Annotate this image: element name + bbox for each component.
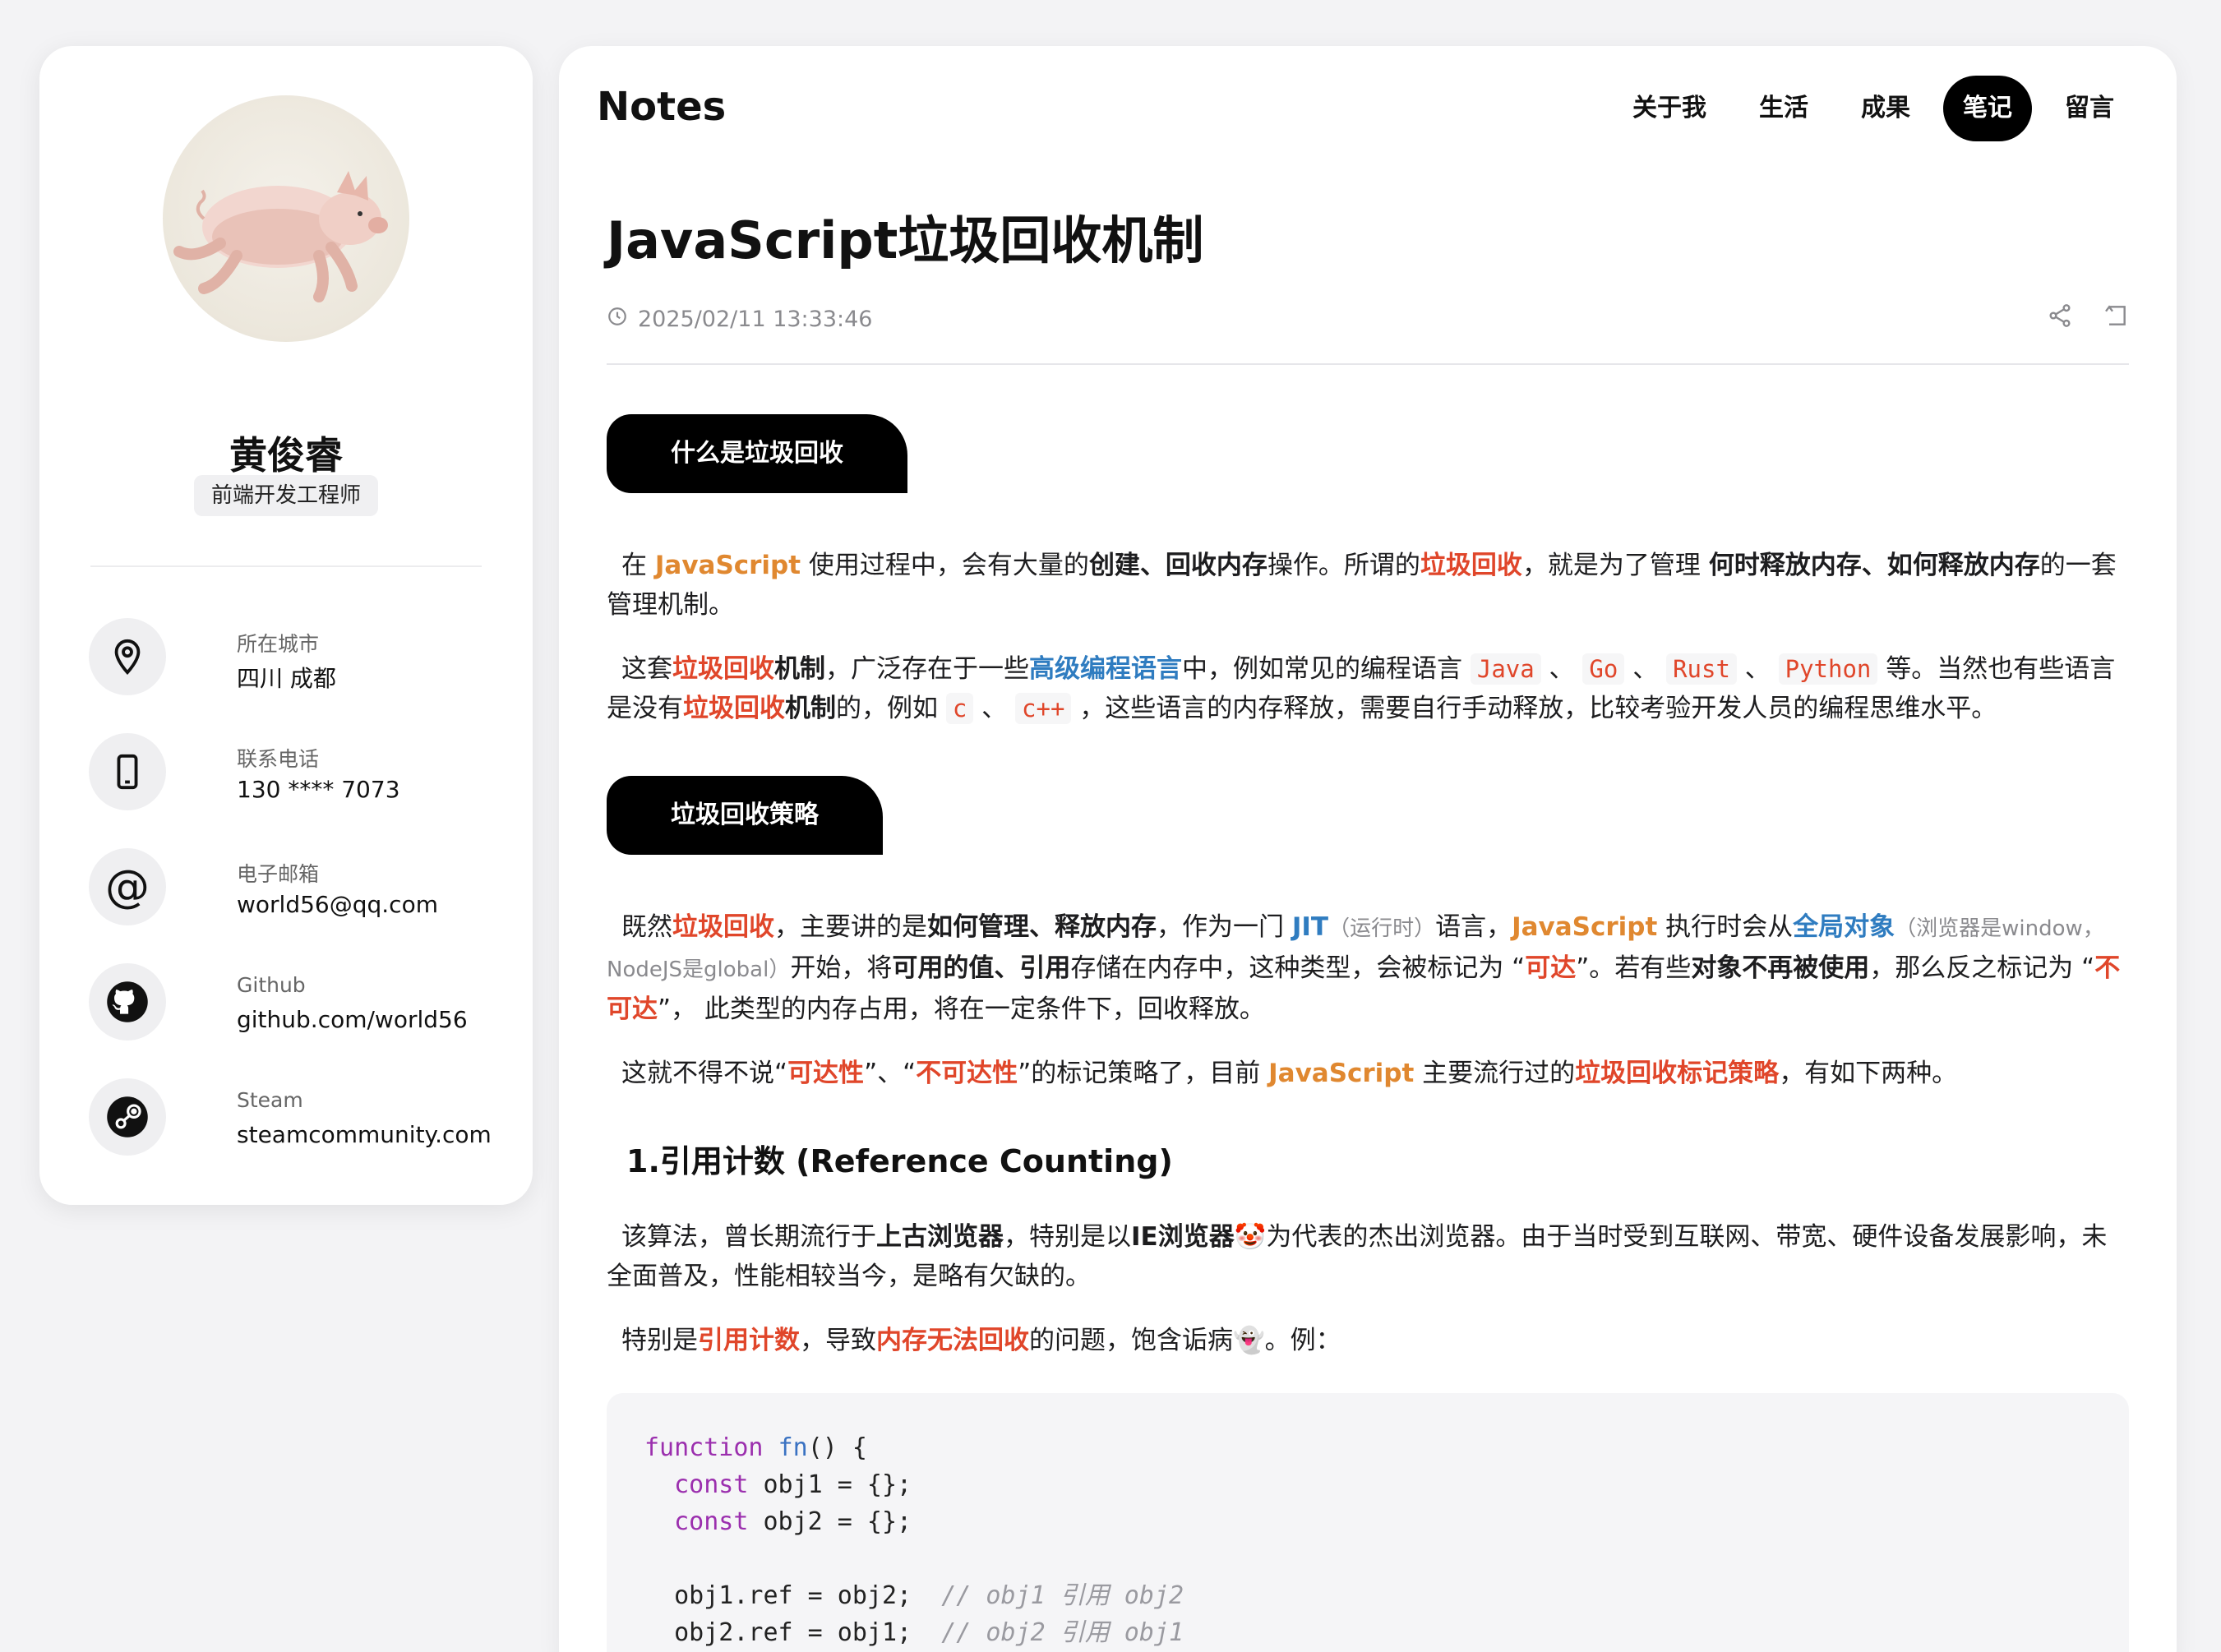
article-date: 2025/02/11 13:33:46 bbox=[638, 306, 873, 332]
contact-value[interactable]: world56@qq.com bbox=[237, 891, 438, 918]
paragraph: 特别是引用计数，导致内存无法回收的问题，饱含诟病👻。例： bbox=[621, 1326, 1341, 1356]
section-heading: 什么是垃圾回收 bbox=[607, 414, 907, 494]
pig-illustration bbox=[173, 171, 388, 302]
back-icon[interactable] bbox=[2103, 302, 2129, 335]
contact-label: Github bbox=[237, 973, 306, 997]
nav-about[interactable]: 关于我 bbox=[1613, 76, 1726, 141]
contact-label: 联系电话 bbox=[237, 747, 320, 771]
contact-value[interactable]: github.com/world56 bbox=[237, 1006, 468, 1033]
top-nav: 关于我 生活 成果 笔记 留言 bbox=[1613, 76, 2134, 141]
location-pin-icon bbox=[89, 618, 166, 695]
contact-phone: 联系电话 130 **** 7073 bbox=[89, 733, 516, 815]
profile-name: 黄俊睿 bbox=[229, 433, 343, 478]
code-block: function fn() { const obj1 = {}; const o… bbox=[607, 1393, 2129, 1652]
phone-icon bbox=[89, 733, 166, 810]
sidebar-divider bbox=[90, 565, 482, 567]
contact-value: 四川 成都 bbox=[237, 665, 336, 692]
contact-label: 电子邮箱 bbox=[237, 862, 320, 886]
clown-emoji-icon: 🤡 bbox=[1234, 1222, 1267, 1253]
profile-sidebar: 黄俊睿 前端开发工程师 所在城市 四川 成都 联系电话 130 **** 707… bbox=[39, 46, 533, 1205]
contact-steam: Steam steamcommunity.com bbox=[89, 1078, 516, 1161]
article-divider bbox=[607, 363, 2129, 366]
contact-label: Steam bbox=[237, 1088, 303, 1112]
paragraph: 这就不得不说“可达性”、“不可达性”的标记策略了，目前 JavaScript 主… bbox=[621, 1059, 1958, 1089]
brand-logo[interactable]: Notes bbox=[597, 84, 726, 130]
article-actions bbox=[2047, 302, 2129, 335]
nav-achievements[interactable]: 成果 bbox=[1841, 76, 1930, 141]
article: JavaScript垃圾回收机制 2025/02/11 13:33:46 什么是… bbox=[607, 210, 2129, 1652]
contact-value[interactable]: steamcommunity.com bbox=[237, 1121, 492, 1148]
nav-messages[interactable]: 留言 bbox=[2045, 76, 2134, 141]
subheading: 1.引用计数 (Reference Counting) bbox=[626, 1143, 1173, 1180]
main-panel: Notes 关于我 生活 成果 笔记 留言 JavaScript垃圾回收机制 2… bbox=[559, 46, 2177, 1652]
contact-github: Github github.com/world56 bbox=[89, 963, 516, 1045]
steam-icon[interactable] bbox=[89, 1078, 166, 1156]
nav-life[interactable]: 生活 bbox=[1739, 76, 1828, 141]
avatar bbox=[163, 95, 409, 342]
contact-value: 130 **** 7073 bbox=[237, 776, 400, 803]
paragraph: 该算法，曾长期流行于上古浏览器，特别是以IE浏览器🤡为代表的杰出浏览器。由于当时… bbox=[607, 1222, 2108, 1292]
contact-label: 所在城市 bbox=[237, 632, 320, 656]
share-icon[interactable] bbox=[2047, 302, 2073, 335]
clock-icon bbox=[607, 306, 628, 333]
at-sign-icon: @ bbox=[89, 848, 166, 925]
nav-notes[interactable]: 笔记 bbox=[1943, 76, 2032, 141]
paragraph: 在 JavaScript 使用过程中，会有大量的创建、回收内存操作。所谓的垃圾回… bbox=[607, 551, 2117, 621]
paragraph: 既然垃圾回收，主要讲的是如何管理、释放内存，作为一门 JIT（运行时）语言，Ja… bbox=[607, 912, 2121, 1025]
article-meta: 2025/02/11 13:33:46 bbox=[607, 302, 2129, 335]
paragraph: 这套垃圾回收机制，广泛存在于一些高级编程语言中，例如常见的编程语言 Java 、… bbox=[607, 653, 2116, 725]
section-heading: 垃圾回收策略 bbox=[607, 776, 883, 856]
article-title: JavaScript垃圾回收机制 bbox=[607, 210, 1204, 270]
github-icon[interactable] bbox=[89, 963, 166, 1041]
ghost-emoji-icon: 👻 bbox=[1233, 1326, 1265, 1356]
contact-email: @ 电子邮箱 world56@qq.com bbox=[89, 848, 516, 930]
profile-role-badge: 前端开发工程师 bbox=[194, 475, 378, 516]
contact-city: 所在城市 四川 成都 bbox=[89, 618, 516, 700]
